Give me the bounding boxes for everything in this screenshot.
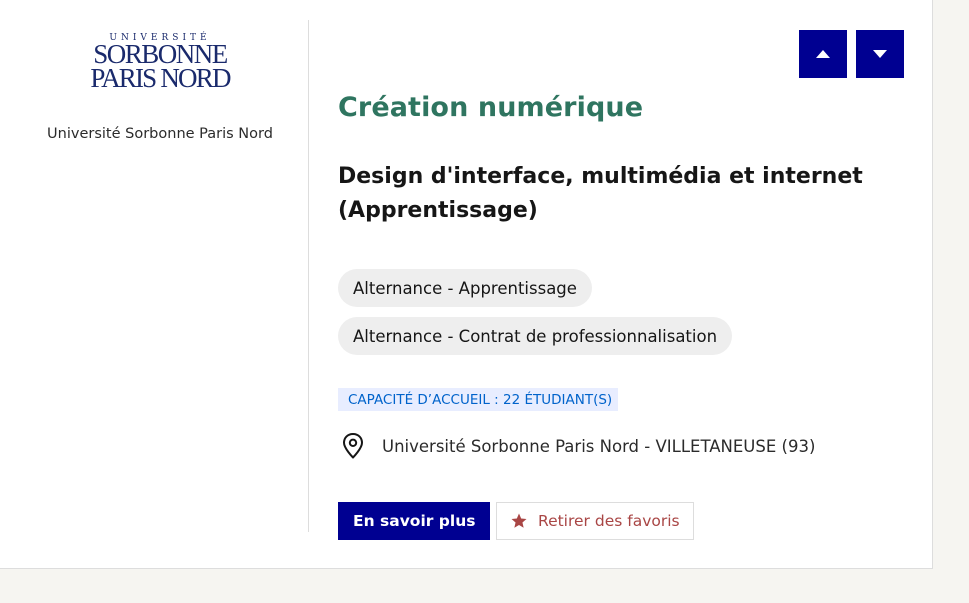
institution-name: Université Sorbonne Paris Nord [47,126,273,142]
location-text: Université Sorbonne Paris Nord - VILLETA… [382,436,816,456]
svg-text:PARIS NORD: PARIS NORD [90,63,231,92]
institution-column [0,20,309,532]
caret-down-icon [873,50,887,58]
map-pin-icon [343,433,363,459]
university-logo: UNIVERSITÉ SORBONNE PARIS NORD [90,31,232,92]
program-title: Design d'interface, multimédia et intern… [338,164,863,223]
caret-up-icon [816,50,830,58]
star-icon [511,513,527,528]
category-title: Création numérique [338,92,644,123]
move-up-button[interactable] [799,30,847,78]
tag-apprentissage: Alternance - Apprentissage [338,269,592,307]
formation-card: UNIVERSITÉ SORBONNE PARIS NORD Universit… [0,0,933,569]
location: Université Sorbonne Paris Nord - VILLETA… [340,432,815,460]
capacity-badge: CAPACITÉ D’ACCUEIL : 22 ÉTUDIANT(S) [338,388,619,411]
remove-favorite-button[interactable]: Retirer des favoris [496,502,694,540]
move-down-button[interactable] [856,30,904,78]
remove-favorite-label: Retirer des favoris [538,512,680,530]
tag-contrat-professionnalisation: Alternance - Contrat de professionnalisa… [338,317,733,355]
more-info-button[interactable]: En savoir plus [338,502,491,540]
